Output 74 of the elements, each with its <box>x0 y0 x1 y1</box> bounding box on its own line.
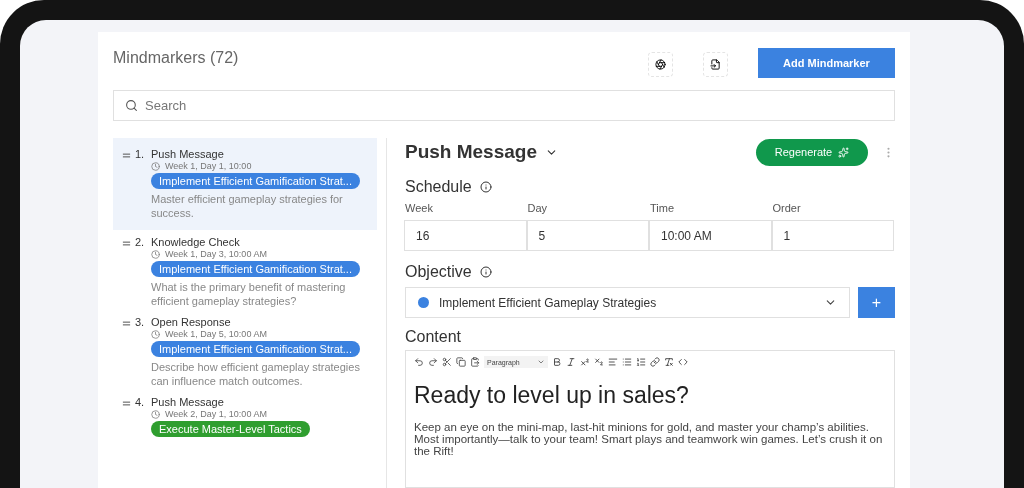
item-schedule: Week 1, Day 1, 10:00 <box>165 161 252 171</box>
regenerate-button[interactable]: Regenerate <box>756 138 868 166</box>
objective-tag: Execute Master-Level Tactics <box>151 421 310 437</box>
schedule-input-field[interactable]: 16 <box>404 220 527 251</box>
item-number: 1. <box>135 148 146 161</box>
mindmarker-item[interactable]: 1. Push Message Week 1, Day 1, 10:00 Implement Efficient Gamification Strat... Master efficient gameplay strategies for success. <box>113 138 377 230</box>
clock-icon <box>151 161 160 171</box>
field-label: Week <box>405 202 434 216</box>
copy-icon[interactable] <box>456 357 466 367</box>
bullet-list-icon[interactable] <box>622 357 632 367</box>
item-description: Master efficient gameplay strategies for success. <box>151 192 344 220</box>
italic-icon[interactable] <box>566 357 576 367</box>
objective-tag: Implement Efficient Gamification Strat... <box>151 341 360 357</box>
schedule-input-field[interactable]: 5 <box>526 220 649 251</box>
superscript-icon[interactable] <box>580 357 590 367</box>
item-type: Knowledge Check <box>151 236 241 249</box>
numbered-list-icon[interactable] <box>636 357 646 367</box>
item-type: Push Message <box>151 148 225 161</box>
drag-handle-icon[interactable] <box>121 238 132 249</box>
item-description: Describe how efficient gameplay strategies can influence match outcomes. <box>151 360 361 388</box>
drag-handle-icon[interactable] <box>121 318 132 329</box>
field-label: Day <box>527 202 549 216</box>
content-heading: Ready to level up in sales? <box>414 382 690 409</box>
section-label: Objective <box>405 263 472 281</box>
paste-icon[interactable] <box>470 357 480 367</box>
objective-tag: Implement Efficient Gamification Strat... <box>151 261 360 277</box>
item-description: What is the primary benefit of mastering efficient gameplay strategies? <box>151 280 347 308</box>
objective-select[interactable]: Implement Efficient Gameplay Strategies <box>405 287 850 318</box>
drag-handle-icon[interactable] <box>121 150 132 161</box>
schedule-input-field[interactable]: 10:00 AM <box>649 220 772 251</box>
item-type: Open Response <box>151 316 232 329</box>
file-export-icon[interactable] <box>703 52 728 77</box>
mindmarker-item[interactable]: 4. Push Message Week 2, Day 1, 10:00 AM Execute Master-Level Tactics <box>113 392 377 439</box>
item-schedule: Week 2, Day 1, 10:00 AM <box>165 409 267 419</box>
drag-handle-icon[interactable] <box>121 398 132 409</box>
code-icon[interactable] <box>678 357 688 367</box>
item-number: 2. <box>135 236 146 249</box>
content-paragraph: Keep an eye on the mini-map, last-hit minions for gold, and master your champ’s abilities. Most importantly—talk to your team! Smart plays and teamwork win games. Let’s crush it on the Rift! <box>414 421 884 457</box>
redo-icon[interactable] <box>428 357 438 367</box>
info-icon <box>479 266 492 278</box>
subscript-icon[interactable] <box>594 357 604 367</box>
search-icon <box>125 99 138 112</box>
link-icon[interactable] <box>650 357 660 367</box>
clock-icon <box>151 249 160 259</box>
undo-icon[interactable] <box>414 357 424 367</box>
clock-icon <box>151 329 160 339</box>
section-label: Schedule <box>405 178 472 196</box>
page-title: Mindmarkers (72) <box>113 49 240 67</box>
rich-text-editor[interactable] <box>405 350 895 488</box>
sparkles-icon <box>838 146 850 158</box>
schedule-input-field[interactable]: 1 <box>771 220 894 251</box>
chevron-down-icon <box>537 358 545 366</box>
item-schedule: Week 1, Day 3, 10:00 AM <box>165 249 267 259</box>
add-mindmarker-button[interactable]: Add Mindmarker <box>758 48 895 78</box>
item-type: Push Message <box>151 396 225 409</box>
section-label: Content <box>405 328 462 346</box>
item-number: 3. <box>135 316 146 329</box>
clock-icon <box>151 409 160 419</box>
clear-format-icon[interactable] <box>664 357 674 367</box>
field-label: Time <box>650 202 676 216</box>
cut-icon[interactable] <box>442 357 452 367</box>
mindmarker-item[interactable]: 2. Knowledge Check Week 1, Day 3, 10:00 AM Implement Efficient Gamification Strat... What is the primary benefit of mastering efficient gameplay strategies? <box>113 232 377 310</box>
info-icon <box>479 181 492 193</box>
aperture-icon[interactable] <box>648 52 673 77</box>
objective-tag: Implement Efficient Gamification Strat... <box>151 173 360 189</box>
align-left-icon[interactable] <box>608 357 618 367</box>
bold-icon[interactable] <box>552 357 562 367</box>
search-field[interactable]: Search <box>113 90 895 121</box>
item-number: 4. <box>135 396 146 409</box>
mindmarker-item[interactable]: 3. Open Response Week 1, Day 5, 10:00 AM Implement Efficient Gamification Strat... Describe how efficient gameplay strategies can influence match outcomes. <box>113 312 377 390</box>
item-schedule: Week 1, Day 5, 10:00 AM <box>165 329 267 339</box>
field-label: Order <box>772 202 802 216</box>
mindmarker-type-title: Push Message <box>405 141 537 163</box>
add-objective-button[interactable]: + <box>858 287 895 318</box>
